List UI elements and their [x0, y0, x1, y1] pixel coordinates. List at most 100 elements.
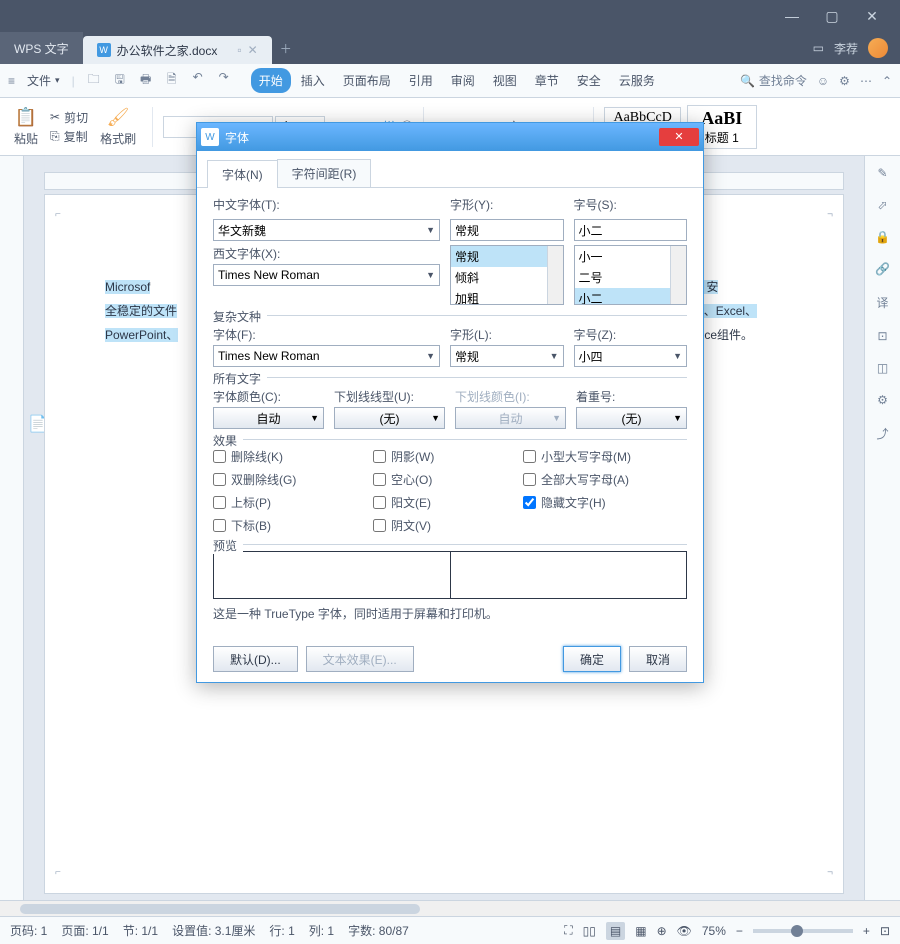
format-painter-button[interactable]: 🖌格式刷 [94, 105, 142, 149]
print-icon[interactable]: 🖶 [137, 70, 155, 91]
tab-references[interactable]: 引用 [401, 68, 441, 93]
new-tab-button[interactable]: ＋ [272, 32, 300, 64]
tab-view[interactable]: 视图 [485, 68, 525, 93]
settings-icon[interactable]: ⚙ [839, 74, 850, 88]
scrollbar[interactable] [547, 246, 563, 304]
cstyle-combo[interactable]: 常规▼ [450, 345, 564, 367]
dialog-close-button[interactable]: ✕ [659, 128, 699, 146]
checkbox-shadow[interactable]: 阴影(W) [373, 448, 523, 465]
zoom-out-icon[interactable]: − [736, 924, 743, 938]
paste-button[interactable]: 📋粘贴 [8, 105, 44, 149]
view-outline-icon[interactable]: ▦ [635, 924, 646, 938]
fit-page-icon[interactable]: ⊡ [880, 924, 890, 938]
close-button[interactable]: ✕ [852, 8, 892, 25]
tab-security[interactable]: 安全 [569, 68, 609, 93]
vertical-ruler[interactable] [0, 156, 24, 900]
translate-icon[interactable]: 译 [876, 294, 888, 311]
tab-section[interactable]: 章节 [527, 68, 567, 93]
style-input[interactable]: 常规 [450, 219, 564, 241]
checkbox-subscript[interactable]: 下标(B) [213, 517, 373, 534]
cn-font-combo[interactable]: 华文新魏▼ [213, 219, 440, 241]
checkbox-dstrike[interactable]: 双删除线(G) [213, 471, 373, 488]
gear-icon[interactable]: ⚙ [877, 393, 888, 407]
checkbox-engrave[interactable]: 阴文(V) [373, 517, 523, 534]
checkbox-superscript[interactable]: 上标(P) [213, 494, 373, 511]
edit-icon[interactable]: ✎ [877, 166, 887, 180]
status-page[interactable]: 页码: 1 [10, 922, 47, 939]
checkbox-hidden[interactable]: 隐藏文字(H) [523, 494, 693, 511]
view-fullscreen-icon[interactable]: ⛶ [564, 923, 572, 938]
tab-layout[interactable]: 页面布局 [335, 68, 399, 93]
file-menu[interactable]: 文件▾ [21, 72, 66, 89]
checkbox-emboss[interactable]: 阳文(E) [373, 494, 523, 511]
more-icon[interactable]: ⋯ [860, 74, 872, 88]
status-section[interactable]: 节: 1/1 [123, 922, 158, 939]
dialog-tab-font[interactable]: 字体(N) [207, 160, 278, 188]
view-web-icon[interactable]: ⊕ [657, 924, 667, 938]
text-effects-button: 文本效果(E)... [306, 646, 414, 672]
status-words[interactable]: 字数: 80/87 [348, 922, 409, 939]
smiley-icon[interactable]: ☺ [817, 74, 829, 88]
default-button[interactable]: 默认(D)... [213, 646, 298, 672]
view-print-icon[interactable]: ▤ [606, 922, 625, 940]
share-icon[interactable]: ⤴ [876, 425, 888, 442]
size-input[interactable]: 小二 [574, 219, 688, 241]
status-row[interactable]: 行: 1 [269, 922, 294, 939]
link-icon[interactable]: 🔗 [875, 262, 890, 276]
checkbox-smallcaps[interactable]: 小型大写字母(M) [523, 448, 693, 465]
lock-icon[interactable]: 🔒 [875, 230, 890, 244]
tab-start[interactable]: 开始 [251, 68, 291, 93]
style-listbox[interactable]: 常规 倾斜 加粗 [450, 245, 564, 305]
view-reading-icon[interactable]: ▯▯ [583, 924, 596, 938]
horizontal-scrollbar[interactable] [0, 900, 900, 916]
print-preview-icon[interactable]: 🗎 [163, 70, 181, 91]
collapse-ribbon-icon[interactable]: ⌃ [882, 74, 892, 88]
maximize-button[interactable]: ▢ [812, 8, 852, 25]
view-eye-icon[interactable]: 👁 [677, 924, 692, 938]
tab-cloud[interactable]: 云服务 [611, 68, 663, 93]
select-icon[interactable]: ⬀ [877, 198, 887, 212]
csize-combo[interactable]: 小四▼ [574, 345, 688, 367]
font-color-combo[interactable]: 自动▼ [213, 407, 324, 429]
tab-close-icon[interactable]: ✕ [248, 43, 258, 57]
underline-combo[interactable]: (无)▼ [334, 407, 445, 429]
all-text-legend: 所有文字 [213, 370, 267, 387]
minimize-button[interactable]: — [772, 8, 812, 24]
status-setting[interactable]: 设置值: 3.1厘米 [172, 922, 255, 939]
redo-icon[interactable]: ↷ [215, 70, 233, 91]
undo-icon[interactable]: ↶ [189, 70, 207, 91]
open-icon[interactable]: 🗀 [85, 70, 103, 91]
app-tab[interactable]: WPS 文字 [0, 32, 83, 64]
dialog-tab-spacing[interactable]: 字符间距(R) [277, 159, 372, 187]
gallery-icon[interactable]: ◫ [877, 361, 888, 375]
vertical-text-icon[interactable]: ⊡ [877, 329, 887, 343]
cancel-button[interactable]: 取消 [629, 646, 687, 672]
dialog-title-label: 字体 [225, 129, 249, 146]
hamburger-icon[interactable]: ≡ [8, 74, 15, 88]
tab-insert[interactable]: 插入 [293, 68, 333, 93]
emphasis-combo[interactable]: (无)▼ [576, 407, 687, 429]
save-icon[interactable]: 🖫 [111, 70, 129, 91]
zoom-value[interactable]: 75% [702, 924, 726, 938]
search-command[interactable]: 🔍查找命令 [740, 72, 807, 89]
status-col[interactable]: 列: 1 [309, 922, 334, 939]
tab-review[interactable]: 审阅 [443, 68, 483, 93]
copy-button[interactable]: ⎘复制 [50, 128, 88, 145]
en-font-combo[interactable]: Times New Roman▼ [213, 264, 440, 286]
scrollbar[interactable] [670, 246, 686, 304]
document-tab[interactable]: W 办公软件之家.docx ▫ ✕ [83, 36, 272, 64]
dialog-titlebar[interactable]: W 字体 ✕ [197, 123, 703, 151]
checkbox-hollow[interactable]: 空心(O) [373, 471, 523, 488]
tablet-mode-icon[interactable]: ▭ [813, 41, 824, 55]
ok-button[interactable]: 确定 [563, 646, 621, 672]
zoom-slider[interactable] [753, 929, 853, 933]
cfont-combo[interactable]: Times New Roman▼ [213, 345, 440, 367]
checkbox-allcaps[interactable]: 全部大写字母(A) [523, 471, 693, 488]
status-pages[interactable]: 页面: 1/1 [61, 922, 108, 939]
user-avatar[interactable] [868, 38, 888, 58]
cut-button[interactable]: ✂剪切 [50, 109, 88, 126]
checkbox-strike[interactable]: 删除线(K) [213, 448, 373, 465]
tab-monitor-icon[interactable]: ▫ [237, 43, 241, 57]
size-listbox[interactable]: 小一 二号 小二 [574, 245, 688, 305]
zoom-in-icon[interactable]: + [863, 924, 870, 938]
